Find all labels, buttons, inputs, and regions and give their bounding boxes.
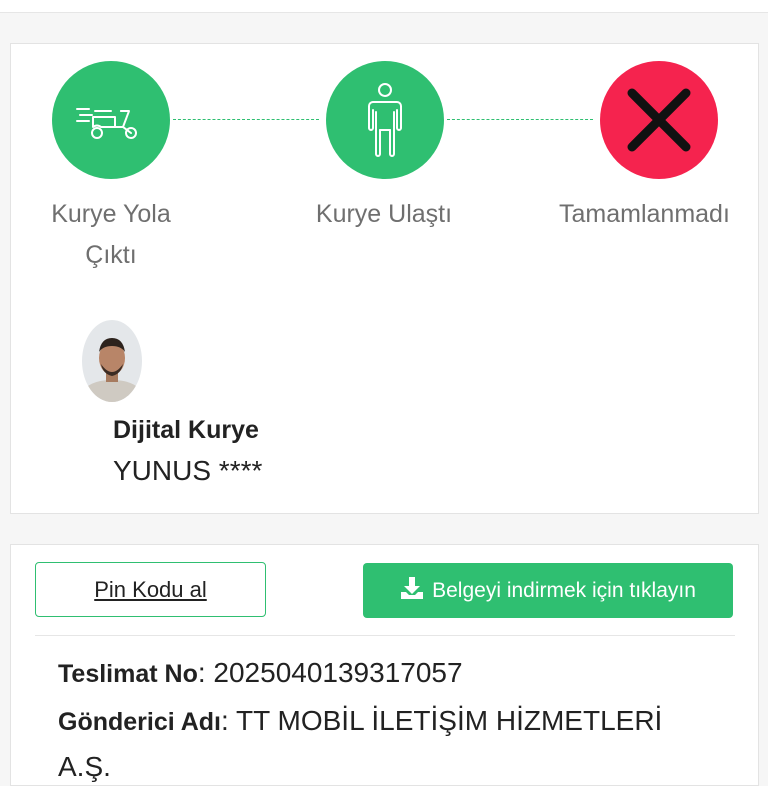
- sender-name-continuation: A.Ş.: [58, 751, 111, 782]
- courier-name: YUNUS ****: [113, 455, 263, 486]
- get-pin-code-button[interactable]: Pin Kodu al: [35, 562, 266, 617]
- person-icon: [365, 82, 405, 158]
- sender-name-row: Gönderici Adı: TT MOBİL İLETİŞİM HİZMETL…: [58, 705, 663, 736]
- courier-avatar: [82, 320, 142, 402]
- step-courier-arrived: [326, 61, 444, 179]
- delivery-number-label: Teslimat No: [58, 660, 198, 688]
- top-bar: [0, 0, 768, 13]
- step-label-departed: Kurye Yola Çıktı: [51, 200, 171, 269]
- sender-name-value: TT MOBİL İLETİŞİM HİZMETLERİ: [236, 705, 663, 736]
- step-label-arrived: Kurye Ulaştı: [315, 200, 453, 228]
- delivery-info-card: Pin Kodu al Belgeyi indirmek için tıklay…: [10, 544, 759, 786]
- courier-title: Dijital Kurye: [113, 416, 259, 444]
- step-not-completed: [600, 61, 718, 179]
- delivery-number-value: 2025040139317057: [213, 657, 463, 688]
- step-connector: [447, 119, 593, 120]
- delivery-status-card: Kurye Yola Çıktı Kurye Ulaştı Tamamlanma…: [10, 43, 759, 514]
- delivery-number-row: Teslimat No: 2025040139317057: [58, 657, 463, 688]
- step-courier-departed: [52, 61, 170, 179]
- download-document-button[interactable]: Belgeyi indirmek için tıklayın: [363, 563, 733, 618]
- step-label-not-completed: Tamamlanmadı: [559, 200, 730, 228]
- cross-icon: [624, 85, 694, 155]
- download-icon: [400, 576, 424, 606]
- sender-name-label: Gönderici Adı: [58, 708, 221, 736]
- download-button-label: Belgeyi indirmek için tıklayın: [432, 578, 696, 602]
- scooter-icon: [75, 95, 147, 145]
- step-connector: [173, 119, 319, 120]
- divider: [35, 635, 735, 636]
